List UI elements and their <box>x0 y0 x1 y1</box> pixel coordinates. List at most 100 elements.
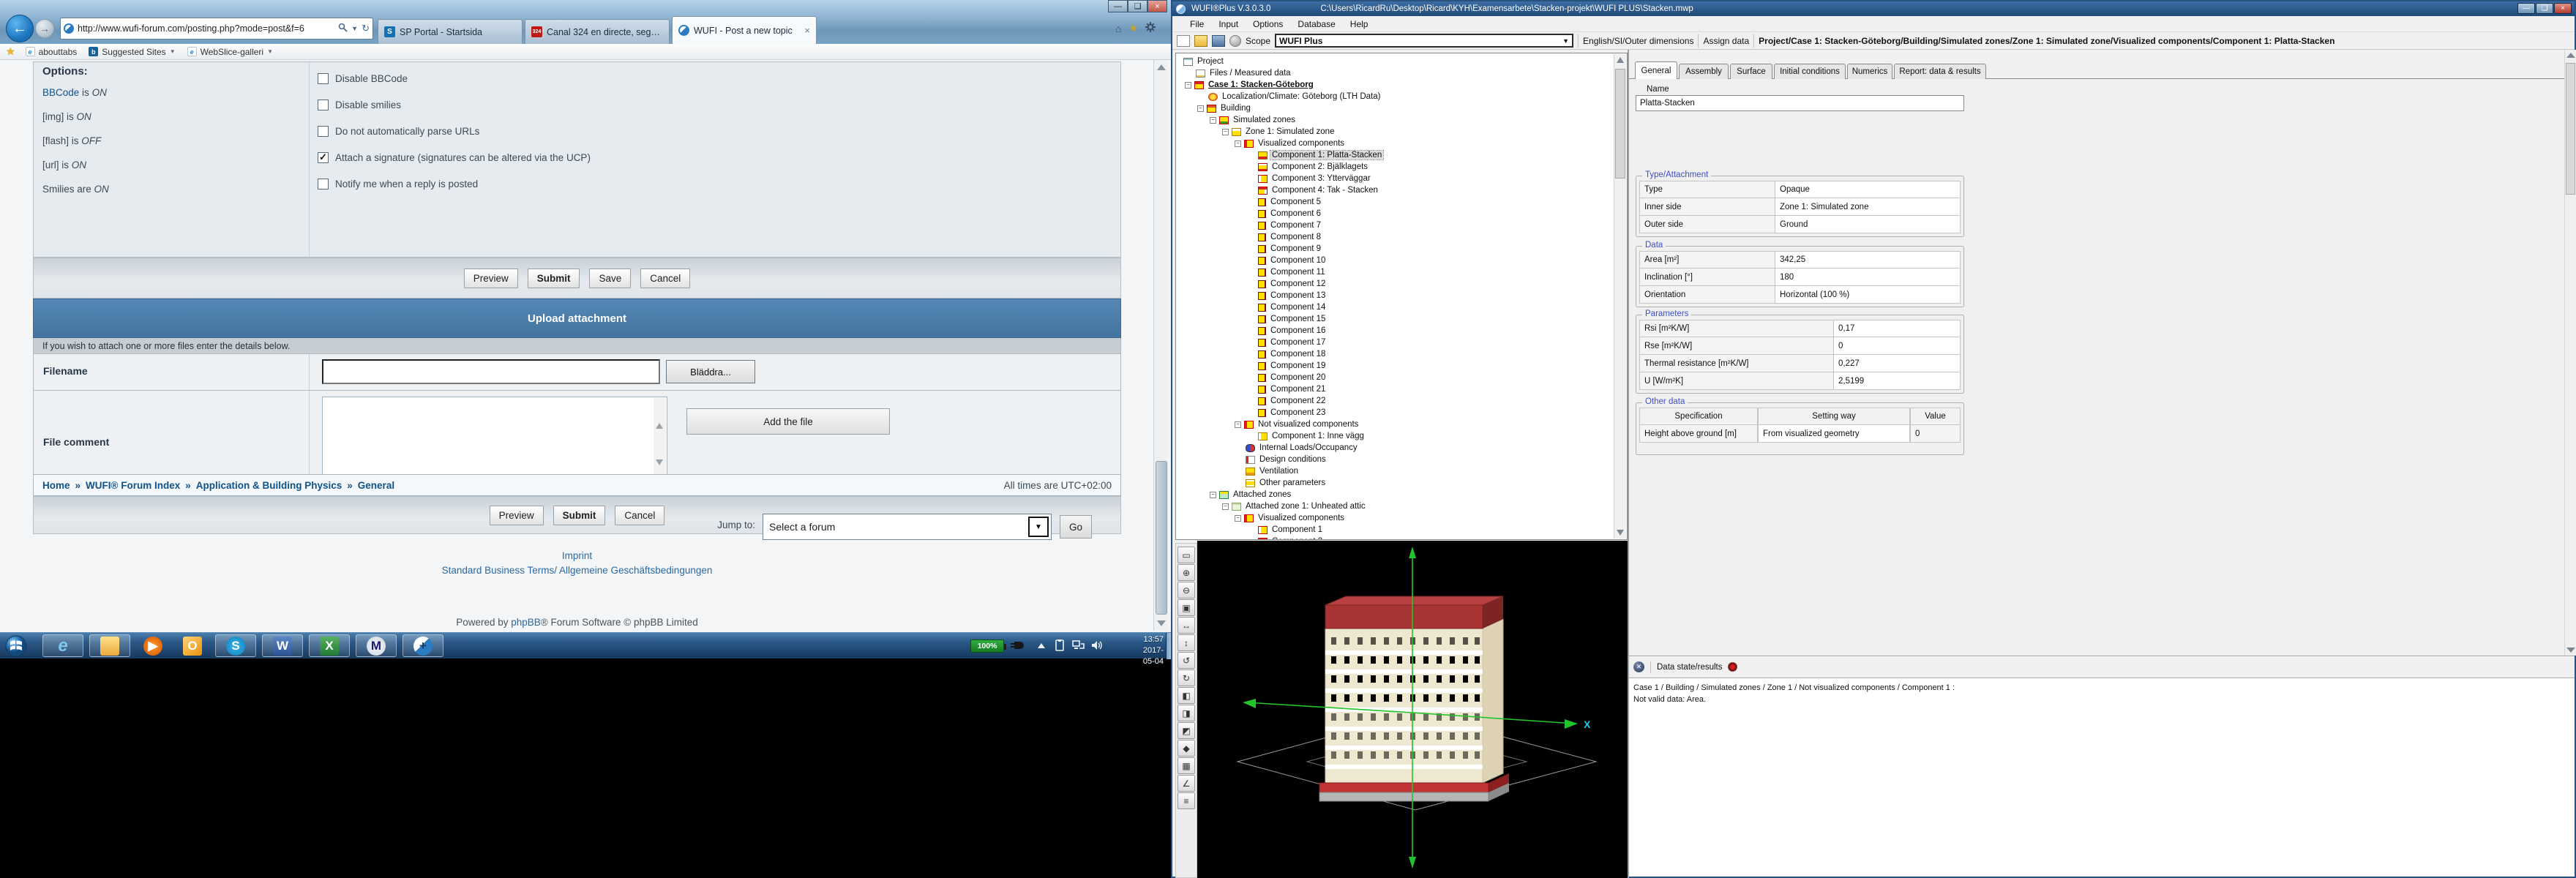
save-button[interactable]: Save <box>589 269 631 288</box>
tree-item[interactable]: Component 12 <box>1258 278 1327 290</box>
field-value[interactable]: Horizontal (100 %) <box>1775 286 1961 304</box>
favorites-star-icon[interactable]: ★ <box>6 45 15 58</box>
detail-panel-scrollbar[interactable] <box>2564 50 2576 656</box>
tree-item[interactable]: −Not visualized components <box>1235 419 1360 430</box>
grid-tool[interactable]: ▦ <box>1177 757 1195 774</box>
imprint-link[interactable]: Imprint <box>562 550 592 561</box>
scrollbar-thumb[interactable] <box>2566 63 2575 195</box>
view-top-tool[interactable]: ◩ <box>1177 722 1195 739</box>
open-file-icon[interactable] <box>1194 35 1208 47</box>
internet-explorer-icon[interactable]: e <box>42 634 83 657</box>
field-value[interactable]: 180 <box>1775 269 1961 286</box>
breadcrumb-link[interactable]: General <box>358 480 394 491</box>
tree-item[interactable]: −Attached zone 1: Unheated attic <box>1222 500 1367 512</box>
tree-item[interactable]: Component 4: Tak - Stacken <box>1258 184 1379 196</box>
favorites-item[interactable]: eabouttabs <box>26 47 78 57</box>
field-value[interactable]: 2,5199 <box>1833 372 1961 390</box>
tree-item[interactable]: Component 2: Bjälklagets <box>1258 161 1369 173</box>
rotate-left-tool[interactable]: ↺ <box>1177 652 1195 669</box>
collapse-icon[interactable]: − <box>1235 140 1241 147</box>
dimensions-setting[interactable]: English/SI/Outer dimensions <box>1583 36 1693 46</box>
outlook-icon[interactable]: O <box>176 634 209 657</box>
data-state-icon[interactable]: ✕ <box>1633 661 1644 672</box>
menu-input[interactable]: Input <box>1211 19 1246 29</box>
field-value[interactable]: 0,17 <box>1833 320 1961 337</box>
refresh-icon[interactable]: ↻ <box>362 23 370 34</box>
tree-item[interactable]: Component 1: Platta-Stacken <box>1258 149 1383 161</box>
breadcrumb-link[interactable]: WUFI® Forum Index <box>86 480 180 491</box>
zoom-window-tool[interactable]: ▣ <box>1177 599 1195 616</box>
battery-indicator[interactable]: 100% <box>970 639 1004 653</box>
preview-button[interactable]: Preview <box>464 269 518 288</box>
network-icon[interactable] <box>1071 639 1085 655</box>
favorites-item[interactable]: eWebSlice-galleri▼ <box>187 47 273 57</box>
terms-link[interactable]: Standard Business Terms <box>442 565 555 576</box>
tree-item[interactable]: Ventilation <box>1246 465 1300 477</box>
checkbox[interactable] <box>318 100 329 110</box>
tree-item[interactable]: Internal Loads/Occupancy <box>1246 442 1359 454</box>
tree-item[interactable]: Component 10 <box>1258 255 1327 266</box>
tree-item[interactable]: −Zone 1: Simulated zone <box>1222 126 1336 138</box>
word-icon[interactable]: W <box>262 634 303 657</box>
restore-button[interactable]: ❏ <box>2536 3 2553 14</box>
browser-tab[interactable]: WUFI - Post a new topic× <box>672 16 817 44</box>
browser-scrollbar[interactable] <box>1153 60 1168 631</box>
tree-item[interactable]: Component 17 <box>1258 337 1327 348</box>
close-button[interactable]: × <box>2554 3 2572 14</box>
go-button[interactable]: Go <box>1060 515 1092 539</box>
option-tag[interactable]: BBCode <box>42 87 79 98</box>
tab-surface[interactable]: Surface <box>1730 64 1772 79</box>
scrollbar-thumb[interactable] <box>1156 461 1167 615</box>
tree-item[interactable]: Component 8 <box>1258 231 1322 243</box>
collapse-icon[interactable]: − <box>1222 129 1229 135</box>
collapse-icon[interactable]: − <box>1222 503 1229 510</box>
tree-item[interactable]: Component 14 <box>1258 301 1327 313</box>
view-left-tool[interactable]: ◧ <box>1177 687 1195 704</box>
phpbb-link[interactable]: phpBB <box>511 617 541 628</box>
tab-general[interactable]: General <box>1635 61 1677 79</box>
collapse-icon[interactable]: − <box>1185 82 1191 89</box>
tree-item[interactable]: Component 20 <box>1258 372 1327 383</box>
close-button[interactable]: × <box>1147 0 1167 12</box>
menu-file[interactable]: File <box>1183 19 1211 29</box>
tree-item[interactable]: −Case 1: Stacken-Göteborg <box>1185 79 1315 91</box>
scroll-down-icon[interactable] <box>1617 530 1624 536</box>
checkbox[interactable] <box>318 126 329 137</box>
tree-item[interactable]: Other parameters <box>1246 477 1327 489</box>
setting-way-value[interactable]: From visualized geometry <box>1758 425 1910 443</box>
tab-numerics[interactable]: Numerics <box>1847 64 1892 79</box>
minimize-button[interactable]: — <box>1108 0 1128 12</box>
tree-item[interactable]: Localization/Climate: Göteborg (LTH Data… <box>1208 91 1382 102</box>
autocomplete-caret-icon[interactable]: ▼ <box>351 25 358 32</box>
scroll-down-icon[interactable] <box>2566 648 2575 653</box>
settings-gear-icon[interactable] <box>1145 22 1156 34</box>
scroll-up-icon[interactable] <box>1617 57 1624 63</box>
rotate-right-tool[interactable]: ↻ <box>1177 669 1195 686</box>
select-arrow-icon[interactable]: ▼ <box>1028 517 1049 537</box>
skype-icon[interactable]: S <box>215 634 256 657</box>
favorites-icon[interactable]: ★ <box>1128 22 1138 34</box>
tree-item[interactable]: Component 18 <box>1258 348 1327 360</box>
tree-item[interactable]: −Attached zones <box>1210 489 1292 500</box>
collapse-icon[interactable]: − <box>1210 117 1216 124</box>
breadcrumb-link[interactable]: Home <box>42 480 70 491</box>
start-button[interactable] <box>4 634 28 661</box>
checkbox[interactable] <box>318 179 329 190</box>
show-desktop-button[interactable] <box>1166 633 1171 659</box>
filename-input[interactable] <box>322 359 660 384</box>
scope-combobox[interactable]: WUFI Plus ▼ <box>1275 34 1573 48</box>
new-file-icon[interactable] <box>1177 35 1190 47</box>
excel-icon[interactable]: X <box>309 634 350 657</box>
zoom-out-tool[interactable]: ⊖ <box>1177 582 1195 599</box>
scroll-up-icon[interactable] <box>656 423 663 429</box>
file-explorer-icon[interactable] <box>89 634 130 657</box>
tree-item[interactable]: Component 16 <box>1258 325 1327 337</box>
tree-item[interactable]: Component 13 <box>1258 290 1327 301</box>
field-value[interactable]: Opaque <box>1775 181 1961 198</box>
tree-item[interactable]: Component 22 <box>1258 395 1327 407</box>
browser-tab[interactable]: 324Canal 324 en directe, segueix l'... <box>525 19 670 44</box>
tree-item[interactable]: Component 3: Ytterväggar <box>1258 173 1372 184</box>
media-player-icon[interactable]: ▶ <box>136 634 170 657</box>
browser-tab[interactable]: SSP Portal - Startsida <box>378 19 523 44</box>
checkbox[interactable] <box>318 73 329 84</box>
